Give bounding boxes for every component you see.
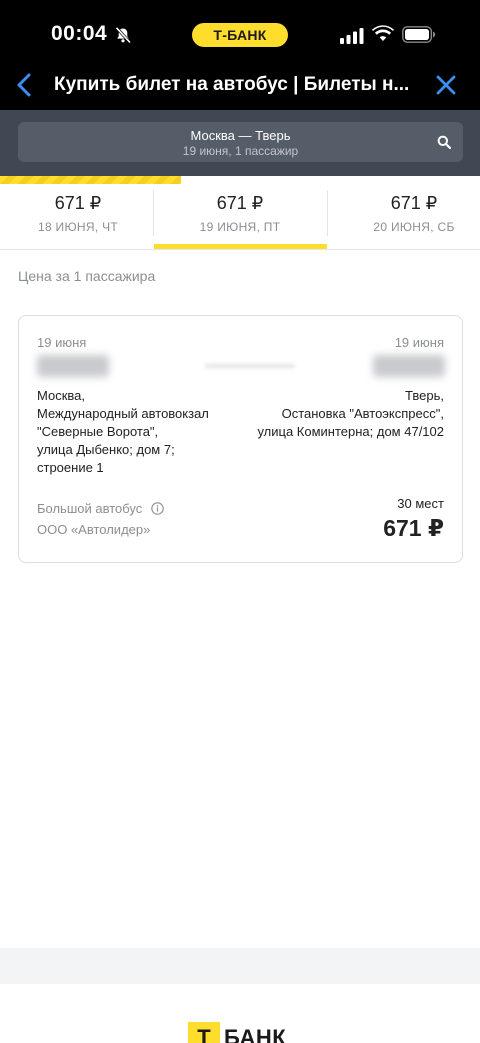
price-note: Цена за 1 пассажира xyxy=(18,268,156,284)
arrival-address: Тверь, Остановка "Автоэкспресс", улица К… xyxy=(214,387,444,441)
bell-muted-icon xyxy=(115,26,132,44)
date-tab-day: 19 ИЮНЯ, ПТ xyxy=(199,220,281,234)
search-route: Москва — Тверь xyxy=(190,128,291,143)
address-line: улица Коминтерна; дом 47/102 xyxy=(257,424,444,439)
departure-time-redacted xyxy=(37,355,109,377)
trip-price: 671 ₽ xyxy=(383,515,444,541)
progress-strip xyxy=(0,176,480,184)
page-title: Купить билет на автобус | Билеты н... xyxy=(54,74,410,95)
search-summary-button[interactable]: Москва — Тверь 19 июня, 1 пассажир xyxy=(18,122,463,162)
search-details: 19 июня, 1 пассажир xyxy=(182,144,299,158)
tbank-pill[interactable]: Т-БАНК xyxy=(192,23,288,47)
arrival-time-redacted xyxy=(373,355,445,377)
operator: ООО «Автолидер» xyxy=(37,522,151,537)
date-tab-19[interactable]: 671 ₽ 19 ИЮНЯ, ПТ xyxy=(160,184,320,250)
search-header: Москва — Тверь 19 июня, 1 пассажир xyxy=(0,110,480,176)
date-tabs: 671 ₽ 18 ИЮНЯ, ЧТ 671 ₽ 19 ИЮНЯ, ПТ 671 … xyxy=(0,184,480,250)
page: 00:04 Т-БАНК Купить билет на автобус | Б… xyxy=(0,0,480,1043)
selected-tab-underline xyxy=(154,244,327,249)
search-icon[interactable] xyxy=(437,135,451,149)
address-line: строение 1 xyxy=(37,460,104,475)
tbank-logo-mark: Т xyxy=(188,1022,220,1043)
signal-icon xyxy=(340,28,364,44)
tbank-logo-text: БАНК xyxy=(224,1025,287,1043)
date-tab-price: 671 ₽ xyxy=(390,193,438,213)
date-tab-20[interactable]: 671 ₽ 20 ИЮНЯ, СБ xyxy=(334,184,480,250)
chevron-left-icon[interactable] xyxy=(14,72,36,98)
address-line: Тверь, xyxy=(405,388,444,403)
nav-bar: Купить билет на автобус | Билеты н... xyxy=(0,68,480,110)
date-tab-day: 18 ИЮНЯ, ЧТ xyxy=(37,220,119,234)
tbank-logo-letter: Т xyxy=(197,1025,211,1043)
close-icon[interactable] xyxy=(434,73,458,97)
status-bar: 00:04 Т-БАНК xyxy=(0,0,480,68)
tbank-logo: Т БАНК xyxy=(188,1022,298,1043)
tab-divider xyxy=(153,190,154,236)
date-tab-price: 671 ₽ xyxy=(216,193,264,213)
date-tab-18[interactable]: 671 ₽ 18 ИЮНЯ, ЧТ xyxy=(0,184,158,250)
bus-type: Большой автобус xyxy=(37,501,143,516)
duration-redacted xyxy=(205,364,295,368)
address-line: Остановка "Автоэкспресс", xyxy=(281,406,444,421)
battery-icon xyxy=(402,26,436,43)
tab-divider xyxy=(327,190,328,236)
departure-date: 19 июня xyxy=(37,335,87,350)
arrival-date: 19 июня xyxy=(394,335,444,350)
info-icon[interactable] xyxy=(151,502,164,515)
progress-fill xyxy=(0,176,181,184)
date-tab-price: 671 ₽ xyxy=(54,193,102,213)
address-line: улица Дыбенко; дом 7; xyxy=(37,442,175,457)
trip-card[interactable]: 19 июня 19 июня Москва, Международный ав… xyxy=(18,315,463,563)
status-time: 00:04 xyxy=(51,22,108,45)
date-tab-day: 20 ИЮНЯ, СБ xyxy=(373,220,455,234)
wifi-icon xyxy=(372,25,394,41)
footer-band xyxy=(0,948,480,984)
seats-available: 30 мест xyxy=(397,496,444,511)
